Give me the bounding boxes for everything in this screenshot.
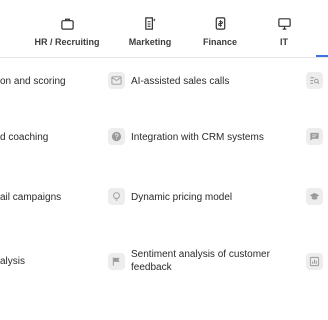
tab-marketing[interactable]: Marketing — [115, 16, 185, 52]
mail-chart-icon — [108, 72, 125, 89]
list-item: ail campaigns Dynamic pricing model — [0, 188, 328, 208]
question-circle-icon — [108, 128, 125, 145]
list-item: on and scoring AI-assisted sales calls — [0, 72, 328, 92]
monitor-icon — [277, 16, 292, 31]
chat-bubble-icon — [306, 128, 323, 145]
search-list-icon — [306, 72, 323, 89]
middle-item-text[interactable]: Dynamic pricing model — [131, 191, 281, 204]
category-tabs: HR / Recruiting Marketing Finance IT — [0, 0, 328, 57]
tab-finance[interactable]: Finance — [190, 16, 250, 52]
bar-chart-icon — [306, 253, 323, 270]
tab-label: HR / Recruiting — [34, 37, 100, 47]
tab-label: Marketing — [128, 37, 172, 47]
tab-label: Finance — [202, 37, 237, 47]
flag-icon — [108, 253, 125, 270]
middle-item-text[interactable]: Integration with CRM systems — [131, 131, 281, 144]
left-item-text[interactable]: alysis — [0, 255, 100, 268]
tab-it[interactable]: IT — [264, 16, 304, 52]
middle-item-text[interactable]: Sentiment analysis of customer feedback — [131, 248, 281, 274]
briefcase-icon — [60, 16, 75, 31]
list-item: d coaching Integration with CRM systems — [0, 128, 328, 148]
receipt-icon — [213, 16, 228, 31]
tabs-divider — [0, 57, 328, 58]
lightbulb-icon — [108, 188, 125, 205]
tab-hr-recruiting[interactable]: HR / Recruiting — [24, 16, 110, 52]
left-item-text[interactable]: on and scoring — [0, 75, 100, 88]
list-item: alysis Sentiment analysis of customer fe… — [0, 246, 328, 276]
tab-label: IT — [280, 37, 288, 47]
document-sparkle-icon — [143, 16, 158, 31]
left-item-text[interactable]: d coaching — [0, 131, 100, 144]
left-item-text[interactable]: ail campaigns — [0, 191, 100, 204]
middle-item-text[interactable]: AI-assisted sales calls — [131, 75, 281, 88]
graduation-cap-icon — [306, 188, 323, 205]
